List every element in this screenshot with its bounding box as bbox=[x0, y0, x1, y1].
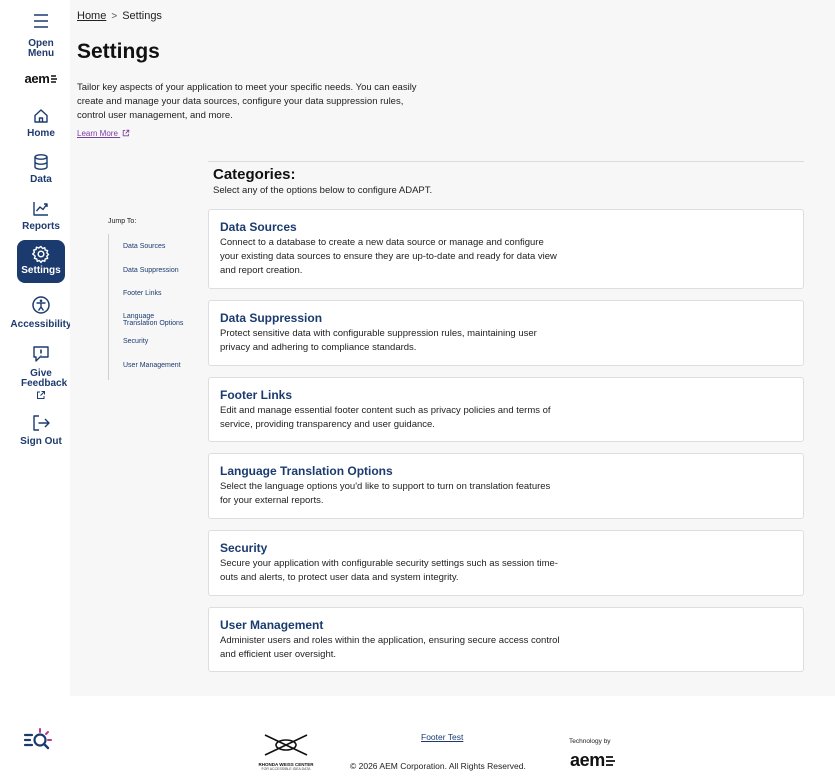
category-card-user-management[interactable]: User Management Administer users and rol… bbox=[208, 607, 804, 672]
sidebar-item-feedback[interactable]: Give Feedback bbox=[15, 344, 67, 400]
sign-out-icon bbox=[33, 415, 50, 431]
page-title: Settings bbox=[77, 40, 160, 63]
rhonda-weiss-center-logo: RHONDA WEISS CENTER FOR ACCESSIBLE IDEA … bbox=[250, 733, 322, 771]
jump-link-user-management[interactable]: User Management bbox=[123, 362, 181, 369]
categories-title: Categories: bbox=[213, 166, 296, 183]
gear-icon bbox=[32, 245, 50, 264]
jump-link-data-sources[interactable]: Data Sources bbox=[123, 243, 165, 250]
category-card-data-sources[interactable]: Data Sources Connect to a database to cr… bbox=[208, 209, 804, 289]
external-link-icon bbox=[122, 129, 130, 137]
card-description: Protect sensitive data with configurable… bbox=[220, 328, 537, 353]
breadcrumb-separator: > bbox=[111, 11, 118, 22]
open-menu-button[interactable]: Open Menu bbox=[15, 13, 67, 59]
categories-subtitle: Select any of the options below to confi… bbox=[213, 185, 433, 196]
page-intro: Tailor key aspects of your application t… bbox=[77, 82, 417, 121]
card-description: Secure your application with configurabl… bbox=[220, 558, 558, 583]
aem-logo: aem bbox=[24, 71, 57, 86]
category-card-data-suppression[interactable]: Data Suppression Protect sensitive data … bbox=[208, 300, 804, 366]
sidebar-item-sign-out[interactable]: Sign Out bbox=[15, 414, 67, 447]
sidebar-item-label: Accessibility bbox=[10, 319, 72, 330]
partner-tagline: FOR ACCESSIBLE IDEA DATA bbox=[261, 767, 311, 771]
sidebar-item-accessibility[interactable]: Accessibility bbox=[10, 295, 72, 330]
card-title[interactable]: Language Translation Options bbox=[220, 464, 393, 478]
open-menu-label: Open Menu bbox=[27, 38, 55, 59]
categories-divider bbox=[208, 161, 804, 162]
technology-by-label: Technology by bbox=[569, 738, 611, 745]
sidebar-item-home[interactable]: Home bbox=[15, 107, 67, 139]
copyright-text: © 2026 AEM Corporation. All Rights Reser… bbox=[350, 761, 526, 771]
footer-aem-logo: aem bbox=[570, 750, 616, 771]
accessibility-icon bbox=[32, 296, 50, 314]
card-description: Connect to a database to create a new da… bbox=[220, 237, 557, 276]
adapt-logo-icon bbox=[22, 727, 56, 760]
card-description: Edit and manage essential footer content… bbox=[220, 405, 551, 430]
hamburger-icon bbox=[34, 14, 48, 28]
sidebar-item-data[interactable]: Data bbox=[15, 153, 67, 185]
jump-link-language-translation[interactable]: Language Translation Options bbox=[123, 313, 189, 327]
sidebar-item-label: Data bbox=[30, 174, 52, 185]
home-icon bbox=[34, 109, 48, 123]
sidebar-item-reports[interactable]: Reports bbox=[15, 199, 67, 232]
breadcrumb-home-link[interactable]: Home bbox=[77, 10, 106, 22]
jump-link-security[interactable]: Security bbox=[123, 338, 148, 345]
main-content: Home > Settings Settings Tailor key aspect… bbox=[70, 0, 835, 696]
sidebar-item-label: Settings bbox=[21, 265, 61, 276]
footer-test-link[interactable]: Footer Test bbox=[421, 732, 463, 742]
jump-to-label: Jump To: bbox=[108, 218, 137, 225]
card-title[interactable]: Data Suppression bbox=[220, 311, 322, 325]
card-title[interactable]: User Management bbox=[220, 618, 323, 632]
breadcrumb: Home > Settings bbox=[77, 10, 162, 22]
jump-link-footer-links[interactable]: Footer Links bbox=[123, 290, 162, 297]
learn-more-link[interactable]: Learn More bbox=[77, 129, 130, 138]
card-title[interactable]: Footer Links bbox=[220, 388, 292, 402]
breadcrumb-current: Settings bbox=[122, 10, 162, 22]
sidebar-item-label: Home bbox=[27, 128, 55, 139]
sidebar-item-label: Sign Out bbox=[20, 436, 62, 447]
database-icon bbox=[34, 154, 48, 170]
chart-icon bbox=[33, 202, 48, 216]
external-link-icon bbox=[37, 391, 45, 399]
sidebar-item-label: Reports bbox=[22, 221, 60, 232]
category-card-footer-links[interactable]: Footer Links Edit and manage essential f… bbox=[208, 377, 804, 442]
sidebar-item-label: Give Feedback bbox=[21, 368, 68, 389]
card-title[interactable]: Security bbox=[220, 541, 267, 555]
jump-to-list: Data Sources Data Suppression Footer Lin… bbox=[108, 234, 188, 380]
card-description: Select the language options you'd like t… bbox=[220, 481, 551, 506]
sidebar: Open Menu aem Home Data Reports Settings bbox=[10, 0, 72, 700]
card-title[interactable]: Data Sources bbox=[220, 220, 297, 234]
sidebar-item-settings[interactable]: Settings bbox=[17, 240, 65, 283]
feedback-icon bbox=[33, 346, 49, 362]
category-card-language-translation[interactable]: Language Translation Options Select the … bbox=[208, 453, 804, 519]
jump-link-data-suppression[interactable]: Data Suppression bbox=[123, 267, 179, 274]
card-description: Administer users and roles within the ap… bbox=[220, 635, 560, 660]
category-card-security[interactable]: Security Secure your application with co… bbox=[208, 530, 804, 596]
